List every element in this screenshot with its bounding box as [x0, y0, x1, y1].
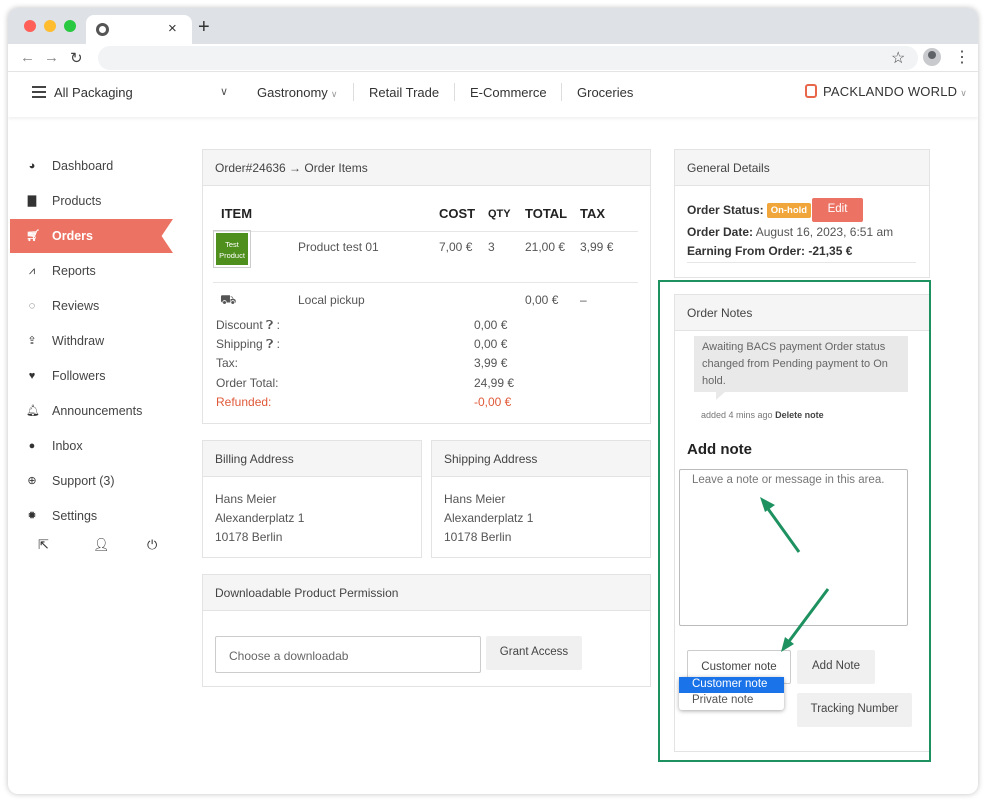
- annotation-arrows: [760, 497, 830, 652]
- arrow-to-textarea: [760, 497, 801, 553]
- arrow-to-note-type: [781, 588, 830, 652]
